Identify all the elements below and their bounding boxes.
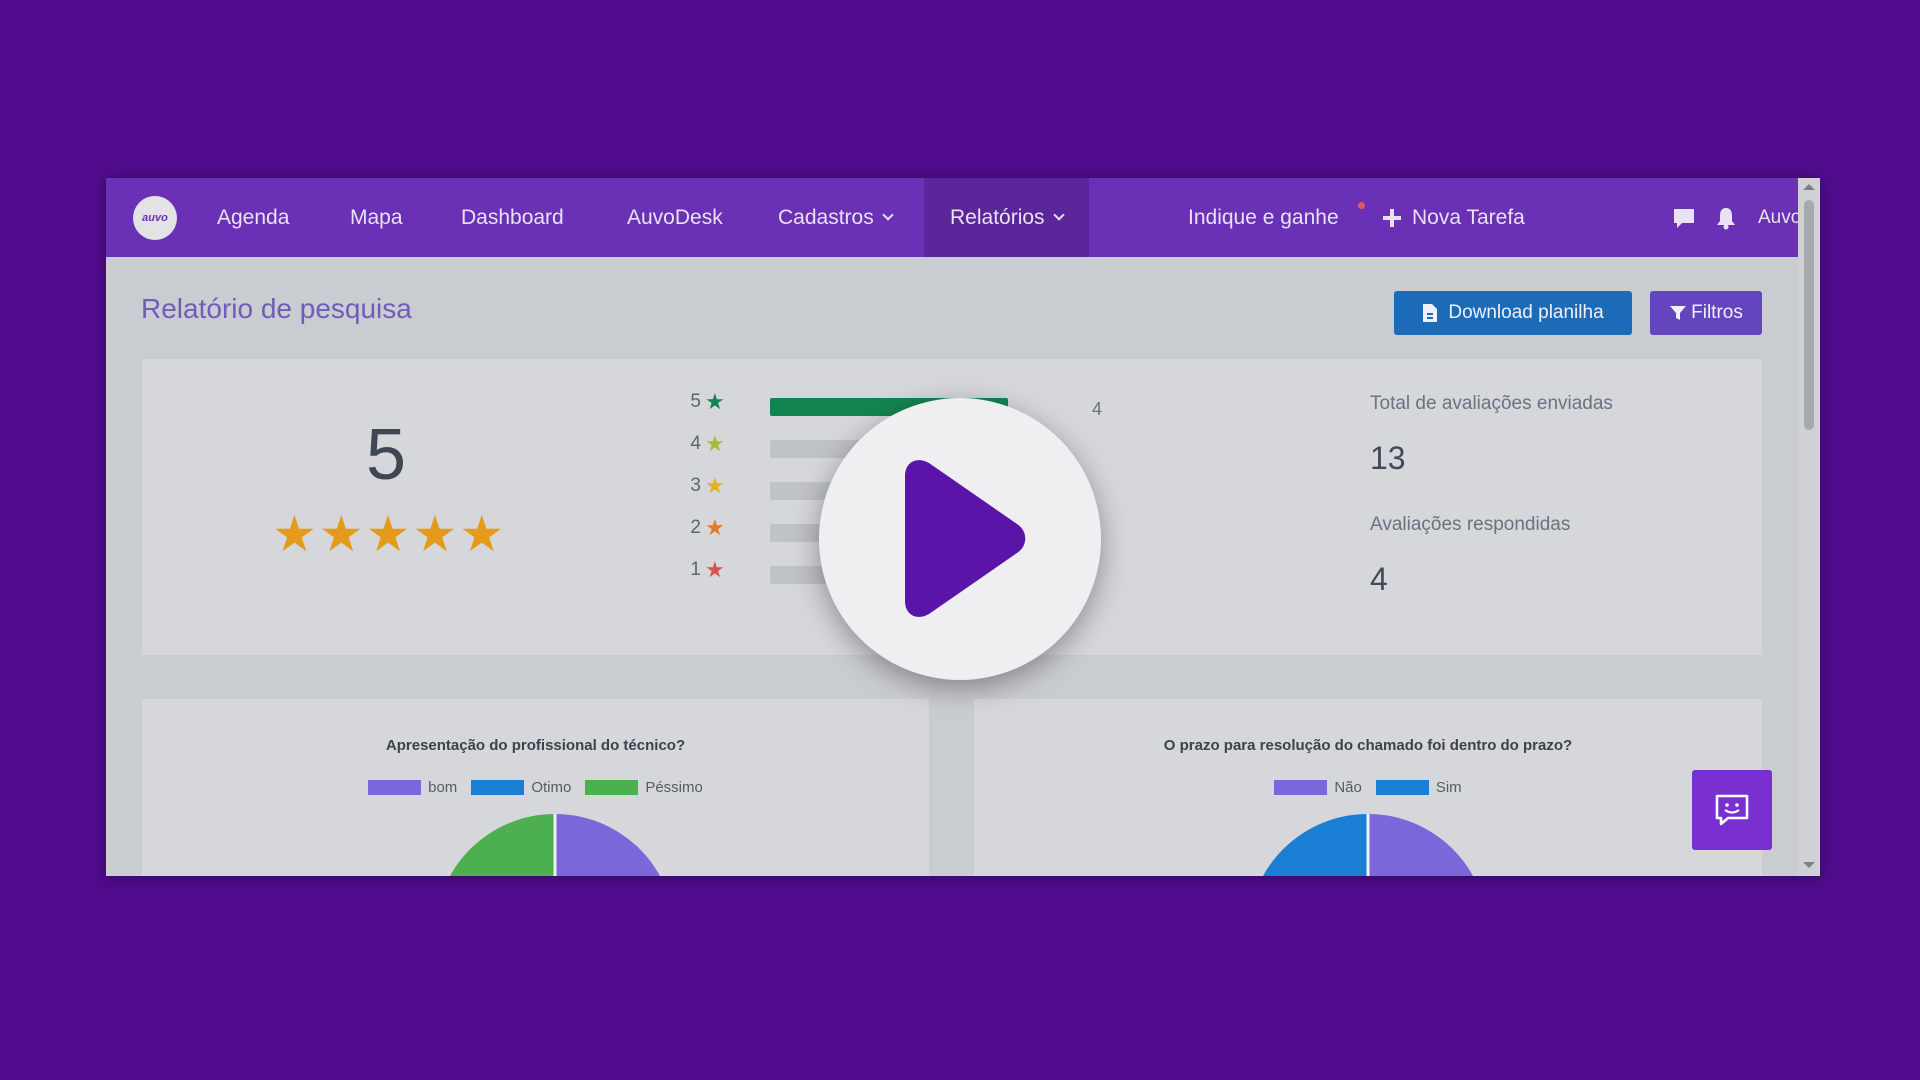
legend-item-sim[interactable]: Sim xyxy=(1375,779,1462,796)
nav-auvodesk[interactable]: AuvoDesk xyxy=(627,178,723,257)
legend-swatch xyxy=(1274,780,1328,795)
chat-icon xyxy=(1674,208,1694,228)
filtros-button[interactable]: Filtros xyxy=(1650,291,1762,335)
legend-item-otimo[interactable]: Otimo xyxy=(471,779,571,796)
nav-cadastros[interactable]: Cadastros xyxy=(778,178,894,257)
star-icon: ★ xyxy=(272,506,317,562)
chart-card-apresentacao: Apresentação do profissional do técnico?… xyxy=(142,699,929,876)
responded-value: 4 xyxy=(1370,561,1388,597)
chart-title: O prazo para resolução do chamado foi de… xyxy=(1163,737,1573,754)
star-icon: ★ xyxy=(705,431,725,456)
page-title: Relatório de pesquisa xyxy=(141,293,412,324)
nav-relatorios[interactable]: Relatórios xyxy=(924,178,1089,257)
rating-level: 3 xyxy=(690,475,701,496)
legend-label: Péssimo xyxy=(645,779,703,796)
star-icon: ★ xyxy=(412,506,458,562)
chart-legend: bom Otimo Péssimo xyxy=(142,779,929,796)
file-icon xyxy=(1423,304,1438,322)
rating-level: 2 xyxy=(690,517,701,538)
play-icon xyxy=(905,460,1026,617)
star-icon: ★ xyxy=(705,389,725,414)
rating-row-1: 1 ★ xyxy=(687,556,725,584)
chart-title: Apresentação do profissional do técnico? xyxy=(385,737,686,754)
legend-item-nao[interactable]: Não xyxy=(1274,779,1362,796)
indique-label: Indique e ganhe xyxy=(1188,205,1339,229)
pie-chart xyxy=(1248,814,1488,876)
legend-swatch xyxy=(585,780,639,795)
pie-slice-nao[interactable] xyxy=(1368,814,1488,876)
star-icon: ★ xyxy=(705,515,725,540)
download-planilha-button[interactable]: Download planilha xyxy=(1394,291,1632,335)
filter-icon xyxy=(1670,306,1687,320)
scroll-down-arrow-icon[interactable] xyxy=(1803,862,1815,868)
rating-row-5: 5 ★ xyxy=(687,388,725,416)
auvo-logo[interactable]: auvo xyxy=(133,196,177,240)
filtros-label: Filtros xyxy=(1691,302,1743,323)
bell-icon-button[interactable] xyxy=(1715,178,1737,257)
legend-label: bom xyxy=(428,779,458,796)
notification-dot xyxy=(1358,202,1365,209)
legend-swatch xyxy=(1375,780,1429,795)
legend-label: Não xyxy=(1334,779,1362,796)
bell-icon xyxy=(1717,207,1735,229)
rating-level: 1 xyxy=(690,559,701,580)
chart-card-prazo: O prazo para resolução do chamado foi de… xyxy=(974,699,1762,876)
legend-item-bom[interactable]: bom xyxy=(368,779,457,796)
pie-slice-bom[interactable] xyxy=(555,814,675,876)
nav-agenda[interactable]: Agenda xyxy=(217,178,289,257)
nav-mapa[interactable]: Mapa xyxy=(350,178,403,257)
feedback-chat-icon xyxy=(1715,794,1749,826)
legend-item-pessimo[interactable]: Péssimo xyxy=(585,779,703,796)
legend-swatch xyxy=(368,780,422,795)
play-button[interactable] xyxy=(819,398,1101,680)
scrollbar[interactable] xyxy=(1798,178,1820,876)
star-icon: ★ xyxy=(705,473,725,498)
score-stars: ★ ★ ★ ★ ★ xyxy=(272,509,504,559)
rating-level: 5 xyxy=(690,391,701,412)
legend-label: Otimo xyxy=(531,779,572,796)
rating-row-4: 4 ★ xyxy=(687,430,725,458)
download-label: Download planilha xyxy=(1448,302,1604,323)
total-sent-label: Total de avaliações enviadas xyxy=(1370,393,1613,414)
star-icon: ★ xyxy=(705,557,725,582)
scrollbar-thumb[interactable] xyxy=(1804,200,1814,430)
chevron-down-icon xyxy=(882,209,894,221)
chat-icon-button[interactable] xyxy=(1672,178,1696,257)
legend-swatch xyxy=(471,780,525,795)
nova-tarefa-button[interactable]: Nova Tarefa xyxy=(1382,178,1525,257)
nav-cadastros-label: Cadastros xyxy=(778,205,874,229)
nova-tarefa-label: Nova Tarefa xyxy=(1412,205,1525,229)
scroll-up-arrow-icon[interactable] xyxy=(1803,184,1815,190)
star-icon: ★ xyxy=(318,506,364,562)
feedback-chat-button[interactable] xyxy=(1692,770,1772,850)
rating-row-2: 2 ★ xyxy=(687,514,725,542)
rating-row-3: 3 ★ xyxy=(687,472,725,500)
legend-label: Sim xyxy=(1435,779,1462,796)
rating-level: 4 xyxy=(690,433,701,454)
responded-label: Avaliações respondidas xyxy=(1370,514,1571,535)
pie-slice-pessimo[interactable] xyxy=(435,814,555,876)
chart-legend: Não Sim xyxy=(974,779,1762,796)
top-navbar: auvo Agenda Mapa Dashboard AuvoDesk Cada… xyxy=(106,178,1820,257)
chevron-down-icon xyxy=(1052,209,1065,221)
pie-slice-sim[interactable] xyxy=(1248,814,1368,876)
total-sent-value: 13 xyxy=(1370,440,1406,476)
average-score: 5 xyxy=(366,415,407,495)
nav-indique-e-ganhe[interactable]: Indique e ganhe xyxy=(1188,178,1339,257)
star-icon: ★ xyxy=(459,506,505,562)
pie-chart xyxy=(435,814,675,876)
nav-relatorios-label: Relatórios xyxy=(950,205,1045,229)
nav-dashboard[interactable]: Dashboard xyxy=(461,178,564,257)
plus-icon xyxy=(1383,208,1401,227)
star-icon: ★ xyxy=(365,506,411,562)
